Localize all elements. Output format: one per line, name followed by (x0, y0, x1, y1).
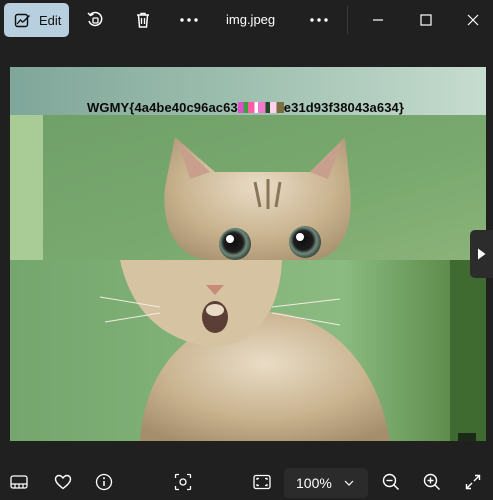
info-icon (95, 473, 113, 491)
flag-text-right: e31d93f38043a634} (283, 100, 405, 115)
fit-to-window-button[interactable] (247, 467, 277, 497)
edit-image-icon (14, 12, 31, 29)
zoom-level-value: 100% (296, 475, 332, 491)
image-viewer: WGMY{4a4be40c96ac63 e31d93f38043a634} (0, 40, 493, 464)
fit-screen-icon (253, 474, 271, 490)
filmstrip-icon (10, 474, 28, 490)
chevron-down-icon (344, 480, 354, 486)
filmstrip-button[interactable] (4, 467, 34, 497)
rotate-icon (86, 11, 104, 29)
top-toolbar: Edit img.jpeg (0, 0, 493, 40)
cat-photo-image (10, 67, 486, 441)
edit-label: Edit (39, 12, 62, 28)
zoom-in-icon (423, 473, 441, 491)
close-button[interactable] (458, 5, 488, 35)
expand-icon (465, 474, 481, 490)
zoom-in-button[interactable] (417, 467, 447, 497)
favorite-button[interactable] (48, 467, 78, 497)
more-horizontal-icon (309, 17, 329, 23)
bottom-toolbar: 100% (0, 464, 493, 500)
delete-button[interactable] (128, 5, 158, 35)
flag-overlay-text: WGMY{4a4be40c96ac63 e31d93f38043a634} (87, 100, 404, 115)
file-name: img.jpeg (226, 12, 276, 27)
heart-icon (54, 474, 72, 490)
play-triangle-icon (477, 248, 486, 260)
scan-icon (174, 473, 192, 491)
zoom-out-button[interactable] (376, 467, 406, 497)
visual-search-button[interactable] (168, 467, 198, 497)
minimize-button[interactable] (363, 5, 393, 35)
zoom-level-dropdown[interactable]: 100% (284, 468, 368, 498)
next-image-button[interactable] (470, 230, 493, 278)
close-icon (467, 14, 479, 26)
full-screen-button[interactable] (458, 467, 488, 497)
toolbar-divider (347, 6, 348, 34)
flag-text-left: WGMY{4a4be40c96ac63 (87, 100, 238, 115)
zoom-out-icon (382, 473, 400, 491)
photo: WGMY{4a4be40c96ac63 e31d93f38043a634} (10, 67, 486, 441)
trash-icon (134, 11, 152, 29)
glitch-pixels (237, 102, 284, 113)
rotate-button[interactable] (80, 5, 110, 35)
edit-button[interactable]: Edit (4, 3, 69, 37)
maximize-button[interactable] (411, 5, 441, 35)
file-info-button[interactable] (89, 467, 119, 497)
title-more-button[interactable] (304, 5, 334, 35)
minimize-icon (372, 14, 384, 26)
more-horizontal-icon (179, 17, 199, 23)
maximize-icon (420, 14, 432, 26)
more-options-button[interactable] (174, 5, 204, 35)
